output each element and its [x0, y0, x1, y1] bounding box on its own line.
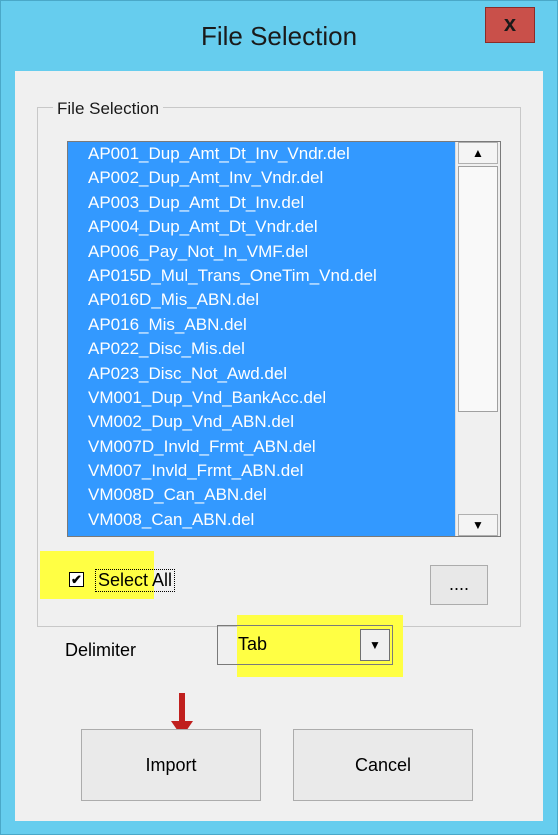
file-list-item[interactable]: AP004_Dup_Amt_Dt_Vndr.del — [68, 215, 455, 239]
file-list-item[interactable]: VM008_Can_ABN.del — [68, 508, 455, 532]
file-list-item[interactable]: VM001_Dup_Vnd_BankAcc.del — [68, 386, 455, 410]
file-list-item[interactable]: AP001_Dup_Amt_Dt_Inv_Vndr.del — [68, 142, 455, 166]
scroll-down-arrow-icon[interactable]: ▼ — [458, 514, 498, 536]
select-all-label[interactable]: Select All — [95, 569, 176, 592]
cancel-button[interactable]: Cancel — [293, 729, 473, 801]
file-list-scrollbar[interactable]: ▲ ▼ — [455, 142, 500, 536]
select-all-checkbox[interactable]: ✔ — [69, 572, 84, 587]
scroll-up-arrow-icon[interactable]: ▲ — [458, 142, 498, 164]
file-list-item[interactable]: VM007D_Invld_Frmt_ABN.del — [68, 435, 455, 459]
file-list-item[interactable]: AP006_Pay_Not_In_VMF.del — [68, 240, 455, 264]
file-list-item[interactable]: AP002_Dup_Amt_Inv_Vndr.del — [68, 166, 455, 190]
file-list-item[interactable]: VM007_Invld_Frmt_ABN.del — [68, 459, 455, 483]
dropdown-arrow-icon[interactable]: ▼ — [360, 629, 390, 661]
file-list-item[interactable]: AP015D_Mul_Trans_OneTim_Vnd.del — [68, 264, 455, 288]
title-bar[interactable]: File Selection x — [1, 1, 557, 71]
file-list[interactable]: AP001_Dup_Amt_Dt_Inv_Vndr.del AP002_Dup_A… — [67, 141, 501, 537]
scrollbar-thumb[interactable] — [458, 166, 498, 412]
dialog-body: File Selection AP001_Dup_Amt_Dt_Inv_Vndr… — [15, 71, 543, 821]
file-list-items: AP001_Dup_Amt_Dt_Inv_Vndr.del AP002_Dup_A… — [68, 142, 455, 536]
delimiter-combobox[interactable]: Tab ▼ — [217, 625, 393, 665]
browse-button[interactable]: .... — [430, 565, 488, 605]
file-list-item[interactable]: AP023_Disc_Not_Awd.del — [68, 362, 455, 386]
window-title: File Selection — [200, 21, 358, 51]
import-button[interactable]: Import — [81, 729, 261, 801]
file-list-item[interactable]: AP016D_Mis_ABN.del — [68, 288, 455, 312]
file-list-item[interactable]: AP022_Disc_Mis.del — [68, 337, 455, 361]
delimiter-value: Tab — [238, 634, 268, 654]
delimiter-label: Delimiter — [65, 640, 137, 660]
group-label: File Selection — [53, 99, 164, 119]
file-list-item[interactable]: AP016_Mis_ABN.del — [68, 313, 455, 337]
file-selection-window: File Selection x File Selection AP001_Du… — [0, 0, 558, 835]
file-list-item[interactable]: VM002_Dup_Vnd_ABN.del — [68, 410, 455, 434]
file-list-item[interactable]: AP003_Dup_Amt_Dt_Inv.del — [68, 191, 455, 215]
close-button[interactable]: x — [485, 7, 535, 43]
file-list-item[interactable]: VM008D_Can_ABN.del — [68, 483, 455, 507]
